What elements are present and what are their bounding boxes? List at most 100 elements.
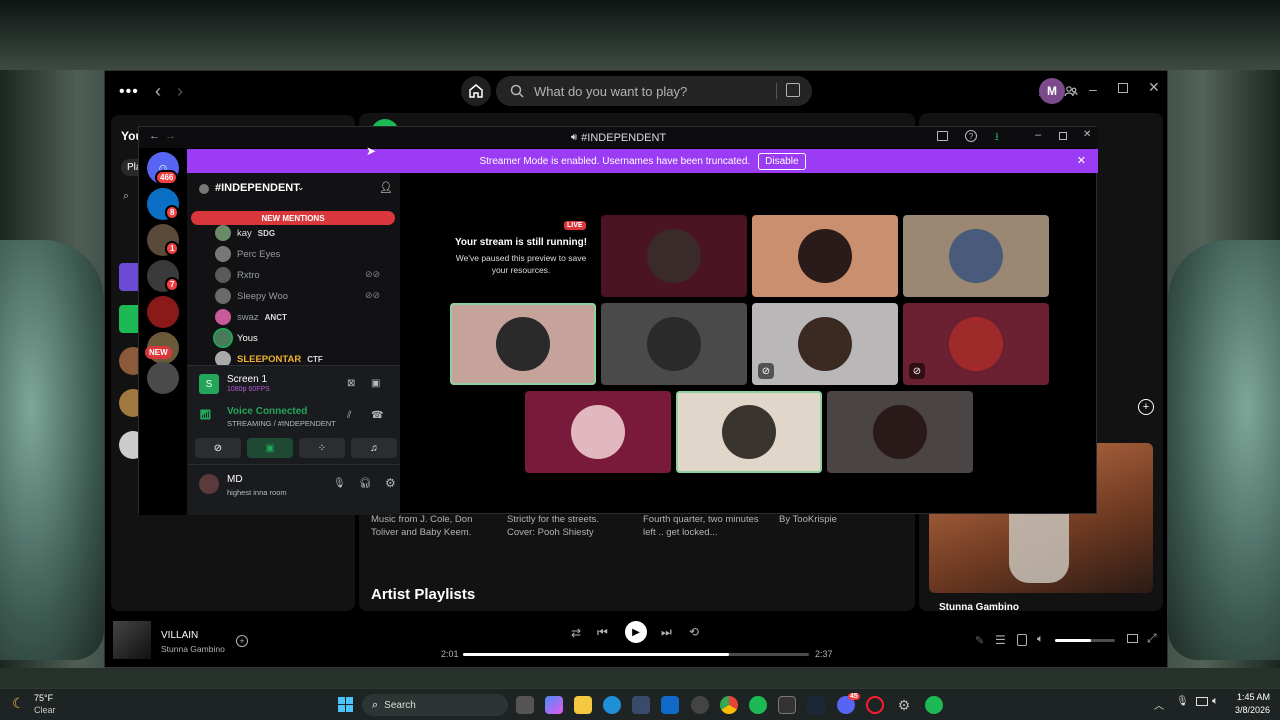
fullscreen-icon[interactable]: ⤢ (1147, 631, 1157, 646)
track-title[interactable]: VILLAIN (161, 630, 198, 641)
participant-tile[interactable] (601, 215, 747, 297)
voice-member[interactable]: Yous (213, 328, 258, 348)
volume-icon[interactable]: 🔈︎ (1037, 633, 1044, 646)
card-description[interactable]: Strictly for the streets. Cover: Pooh Sh… (507, 513, 625, 539)
voice-member[interactable]: Rxtro (215, 265, 260, 285)
settings-gear-icon[interactable]: ⚙ (385, 476, 396, 490)
inbox-icon[interactable] (937, 131, 948, 141)
store-icon[interactable] (632, 696, 650, 714)
participant-tile[interactable] (903, 215, 1049, 297)
spotify-icon[interactable] (749, 696, 767, 714)
disable-button[interactable]: Disable (758, 152, 806, 170)
help-icon[interactable]: ? (965, 130, 977, 142)
close-button[interactable]: ✕ (1083, 129, 1091, 140)
minimize-button[interactable]: – (1035, 129, 1041, 141)
banner-close-icon[interactable]: ✕ (1077, 154, 1086, 167)
browse-icon[interactable] (786, 83, 800, 97)
activities-button[interactable]: ⁘ (299, 438, 345, 458)
microphone-icon[interactable]: 🎙︎ (333, 478, 346, 489)
maximize-button[interactable] (1059, 132, 1067, 140)
task-view-icon[interactable] (516, 696, 534, 714)
stop-stream-icon[interactable]: ⊠ (347, 378, 355, 389)
section-title[interactable]: Artist Playlists (371, 586, 475, 603)
tray-chevron-up-icon[interactable]: ︿ (1154, 697, 1164, 712)
app-icon[interactable] (691, 696, 709, 714)
disconnect-icon[interactable]: ☎︎ (371, 410, 383, 421)
opera-icon[interactable] (866, 696, 884, 714)
user-name[interactable]: MD (227, 474, 243, 485)
spotify-icon[interactable] (925, 696, 943, 714)
album-art[interactable] (113, 621, 151, 659)
track-artist[interactable]: Stunna Gambino (161, 644, 225, 654)
card-description[interactable]: Fourth quarter, two minutes left .. get … (643, 513, 761, 539)
weather-temp[interactable]: 75°F (34, 693, 53, 703)
participant-tile[interactable]: ⊘ (903, 303, 1049, 385)
side-artist-name[interactable]: Stunna Gambino (939, 602, 1019, 613)
card-description[interactable]: Music from J. Cole, Don Toliver and Baby… (371, 513, 489, 539)
soundboard-button[interactable]: ♫ (351, 438, 397, 458)
participant-tile[interactable] (827, 391, 973, 473)
taskbar-search[interactable]: ⌕ Search (362, 694, 508, 716)
forward-arrow-icon[interactable]: › (177, 81, 183, 102)
add-icon[interactable]: + (1138, 399, 1154, 415)
shuffle-icon[interactable]: ⇄ (571, 626, 581, 640)
profile-avatar[interactable]: M (1039, 78, 1065, 104)
headphones-icon[interactable]: 🎧︎ (359, 478, 372, 489)
tray-display-icon[interactable] (1196, 697, 1208, 706)
minimize-button[interactable]: – (1089, 81, 1097, 97)
voice-member[interactable]: swaz ANCT (215, 307, 287, 327)
tray-mic-icon[interactable]: 🎙︎ (1176, 696, 1189, 707)
volume-slider[interactable] (1055, 639, 1115, 642)
file-explorer-icon[interactable] (574, 696, 592, 714)
voice-member[interactable]: Perc Eyes (215, 244, 280, 264)
close-button[interactable]: ✕ (1148, 79, 1160, 96)
card-description[interactable]: By TooKrispie (779, 513, 897, 526)
xbox-icon[interactable] (778, 696, 796, 714)
library-search-icon[interactable]: ⌕ (123, 190, 129, 203)
chrome-icon[interactable] (720, 696, 738, 714)
play-button[interactable]: ▶ (625, 621, 647, 643)
clock-time[interactable]: 1:45 AM (1234, 692, 1270, 702)
server-icon[interactable] (147, 362, 179, 394)
home-button[interactable] (461, 76, 491, 106)
chevron-down-icon[interactable]: ⌄ (297, 182, 305, 193)
back-arrow-icon[interactable]: ← (149, 130, 160, 142)
screen-title[interactable]: Screen 1 (227, 374, 267, 385)
participant-tile[interactable] (676, 391, 822, 473)
participant-tile[interactable] (752, 215, 898, 297)
participant-tile[interactable] (525, 391, 671, 473)
outlook-icon[interactable] (661, 696, 679, 714)
participant-tile[interactable]: ⊘ (752, 303, 898, 385)
copilot-icon[interactable] (545, 696, 563, 714)
add-to-library-icon[interactable]: + (236, 635, 248, 647)
progress-bar[interactable] (463, 653, 809, 656)
invite-icon[interactable]: 👤︎ (379, 181, 393, 194)
voice-channel[interactable]: STREAMING / #INDEPENDENT (227, 419, 336, 428)
queue-icon[interactable]: ☰ (995, 633, 1006, 647)
steam-icon[interactable] (807, 696, 825, 714)
new-pill[interactable]: NEW (145, 346, 172, 359)
tray-volume-icon[interactable]: 🔈︎ (1212, 695, 1219, 708)
screen-thumb-icon[interactable]: S (199, 374, 219, 394)
edge-icon[interactable] (603, 696, 621, 714)
back-arrow-icon[interactable]: ‹ (155, 81, 161, 102)
clock-date[interactable]: 3/8/2026 (1226, 705, 1270, 715)
camera-off-button[interactable]: ⊘ (195, 438, 241, 458)
start-windows-icon[interactable] (338, 697, 353, 712)
download-icon[interactable]: ⭳ (995, 128, 999, 147)
settings-gear-icon[interactable]: ⚙ (895, 696, 913, 714)
forward-arrow-icon[interactable]: → (165, 130, 176, 142)
maximize-button[interactable] (1118, 83, 1128, 93)
weather-condition[interactable]: Clear (34, 705, 56, 715)
voice-status[interactable]: Voice Connected (227, 406, 307, 417)
miniplayer-icon[interactable] (1127, 634, 1138, 643)
voice-member[interactable]: Sleepy Woo (215, 286, 288, 306)
menu-dots-icon[interactable]: ••• (119, 83, 139, 101)
repeat-icon[interactable]: ⟲ (689, 625, 699, 639)
screen-share-button[interactable]: ▣ (247, 438, 293, 458)
lyrics-icon[interactable]: ✎ (975, 634, 984, 647)
user-avatar[interactable] (199, 474, 219, 494)
participant-tile[interactable] (450, 303, 596, 385)
noise-suppression-icon[interactable]: ⫽ (347, 410, 351, 421)
weather-moon-icon[interactable]: ☾ (12, 695, 25, 712)
